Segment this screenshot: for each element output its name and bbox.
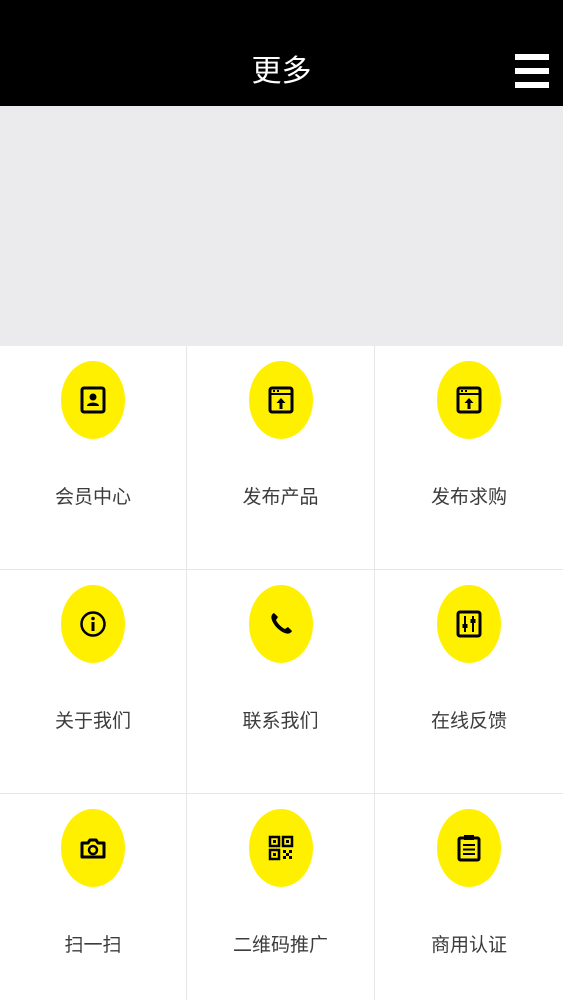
icon-badge [61, 361, 125, 439]
icon-badge [61, 809, 125, 887]
clipboard-icon [457, 835, 481, 862]
grid-item-label: 关于我们 [54, 710, 131, 732]
grid-item-scan[interactable]: 扫一扫 [0, 794, 187, 1000]
grid-item-label: 二维码推广 [232, 934, 328, 956]
icon-badge [61, 585, 125, 663]
icon-badge [248, 361, 313, 439]
camera-icon [80, 838, 106, 859]
hamburger-menu-icon [515, 54, 549, 88]
grid-item-publish-purchase[interactable]: 发布求购 [375, 346, 563, 570]
grid-item-label: 在线反馈 [430, 710, 507, 732]
sliders-icon [456, 610, 482, 638]
grid-item-label: 会员中心 [54, 486, 131, 508]
phone-icon [270, 613, 292, 634]
grid-item-commercial-certification[interactable]: 商用认证 [375, 794, 563, 1000]
grid-item-publish-product[interactable]: 发布产品 [187, 346, 375, 570]
feature-grid: 会员中心 发布产品 发布求购 关于我们 联系我们 在线反馈 扫一扫 二维码推广 … [0, 346, 563, 1000]
banner-area [0, 106, 563, 346]
contact-card-icon [80, 386, 106, 414]
grid-item-member-center[interactable]: 会员中心 [0, 346, 187, 570]
grid-item-qr-promotion[interactable]: 二维码推广 [187, 794, 375, 1000]
grid-item-label: 发布求购 [430, 486, 507, 508]
icon-badge [437, 361, 501, 439]
publish-upload-icon [456, 386, 482, 414]
icon-badge [437, 585, 501, 663]
grid-item-label: 发布产品 [242, 486, 319, 508]
grid-item-about-us[interactable]: 关于我们 [0, 570, 187, 794]
qr-code-icon [268, 835, 293, 861]
icon-badge [437, 809, 501, 887]
publish-upload-icon [268, 386, 293, 414]
grid-item-contact-us[interactable]: 联系我们 [187, 570, 375, 794]
grid-item-label: 联系我们 [242, 710, 319, 732]
grid-item-label: 商用认证 [430, 934, 507, 956]
page-title: 更多 [251, 54, 312, 89]
icon-badge [248, 809, 313, 887]
icon-badge [248, 585, 313, 663]
header-bar: 更多 [0, 0, 563, 106]
grid-item-label: 扫一扫 [64, 934, 122, 956]
grid-item-online-feedback[interactable]: 在线反馈 [375, 570, 563, 794]
info-icon [80, 611, 106, 637]
menu-button[interactable] [515, 54, 549, 88]
